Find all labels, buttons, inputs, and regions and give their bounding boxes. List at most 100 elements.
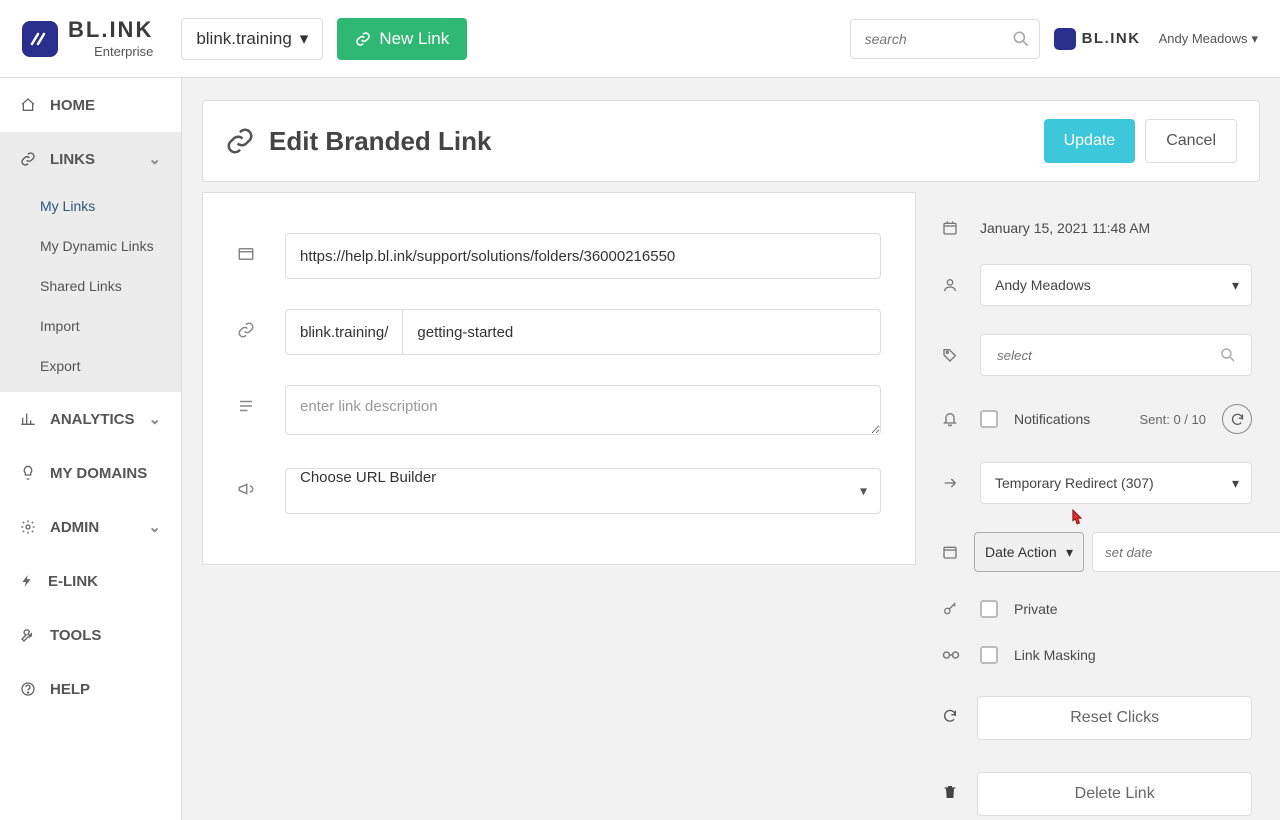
description-icon <box>237 385 261 415</box>
nav-links[interactable]: LINKS ⌄ <box>0 132 181 186</box>
link-masking-checkbox[interactable] <box>980 646 998 664</box>
search-icon <box>1219 346 1237 364</box>
mini-brand-text: BL.INK <box>1082 30 1141 47</box>
delete-link-button[interactable]: Delete Link <box>977 772 1252 816</box>
destination-url-input[interactable] <box>285 233 881 279</box>
browser-icon <box>237 233 261 263</box>
cancel-button[interactable]: Cancel <box>1145 119 1237 163</box>
gear-icon <box>20 519 36 535</box>
brand-title: BL.INK <box>68 19 153 41</box>
chevron-down-icon: ⌄ <box>148 518 161 536</box>
edit-form: blink.training/ <box>202 192 916 565</box>
chevron-down-icon: ▾ <box>1251 31 1258 47</box>
topbar: BL.INK Enterprise blink.training ▾ New L… <box>0 0 1280 78</box>
nav-my-domains[interactable]: MY DOMAINS <box>0 446 181 500</box>
nav-tools[interactable]: TOOLS <box>0 608 181 662</box>
nav-label: ANALYTICS <box>50 411 134 428</box>
arrow-right-icon <box>942 475 964 491</box>
page-header: Edit Branded Link Update Cancel <box>202 100 1260 182</box>
link-meta-panel: January 15, 2021 11:48 AM Andy Meadows ▾ <box>938 192 1260 820</box>
nav-label: HELP <box>50 681 90 698</box>
nav-shared-links[interactable]: Shared Links <box>0 266 181 306</box>
tag-select[interactable] <box>980 334 1252 376</box>
brand: BL.INK Enterprise <box>22 19 153 58</box>
home-icon <box>20 97 36 113</box>
nav-analytics[interactable]: ANALYTICS ⌄ <box>0 392 181 446</box>
link-icon <box>237 309 261 339</box>
date-action-select[interactable]: Date Action ▾ <box>974 532 1084 572</box>
owner-select[interactable]: Andy Meadows ▾ <box>980 264 1252 306</box>
nav-label: MY DOMAINS <box>50 465 147 482</box>
nav-home[interactable]: HOME <box>0 78 181 132</box>
user-icon <box>942 277 964 293</box>
notifications-checkbox[interactable] <box>980 410 998 428</box>
update-button[interactable]: Update <box>1044 119 1136 163</box>
tag-icon <box>942 347 964 363</box>
date-action-label: Date Action <box>985 544 1057 560</box>
created-timestamp: January 15, 2021 11:48 AM <box>980 220 1150 236</box>
key-icon <box>942 601 964 617</box>
user-name: Andy Meadows <box>1159 31 1248 46</box>
nav-import[interactable]: Import <box>0 306 181 346</box>
search-input[interactable] <box>863 30 1011 48</box>
calendar-icon <box>942 544 958 560</box>
domain-selector[interactable]: blink.training ▾ <box>181 18 323 60</box>
chevron-down-icon: ⌄ <box>148 150 161 168</box>
owner-value: Andy Meadows <box>995 277 1091 293</box>
chart-icon <box>20 411 36 427</box>
description-input[interactable] <box>285 385 881 435</box>
search-icon <box>1011 29 1031 49</box>
brand-logo-icon <box>22 21 58 57</box>
main-content: Edit Branded Link Update Cancel <box>182 78 1280 820</box>
chevron-down-icon: ▾ <box>300 29 309 49</box>
redirect-select[interactable]: Temporary Redirect (307) ▾ <box>980 462 1252 504</box>
nav-my-dynamic-links[interactable]: My Dynamic Links <box>0 226 181 266</box>
url-builder-select[interactable]: Choose URL Builder <box>285 468 881 514</box>
slug-input[interactable] <box>402 309 881 355</box>
calendar-icon <box>942 220 964 236</box>
link-icon <box>355 31 371 47</box>
brand-subtitle: Enterprise <box>68 45 153 58</box>
help-icon <box>20 681 36 697</box>
link-masking-label: Link Masking <box>1014 647 1096 663</box>
new-link-label: New Link <box>379 29 449 49</box>
new-link-button[interactable]: New Link <box>337 18 467 60</box>
tag-input[interactable] <box>995 347 1219 364</box>
bulb-icon <box>20 465 36 481</box>
chevron-down-icon: ▾ <box>1232 277 1239 294</box>
private-checkbox[interactable] <box>980 600 998 618</box>
bolt-icon <box>20 573 34 589</box>
nav-label: ADMIN <box>50 519 99 536</box>
sidebar: HOME LINKS ⌄ My Links My Dynamic Links S… <box>0 78 182 820</box>
wrench-icon <box>20 627 36 643</box>
notifications-label: Notifications <box>1014 411 1090 427</box>
nav-label: TOOLS <box>50 627 101 644</box>
mask-icon <box>942 649 964 661</box>
page-title: Edit Branded Link <box>269 126 491 157</box>
refresh-icon[interactable] <box>1222 404 1252 434</box>
nav-help[interactable]: HELP <box>0 662 181 716</box>
chevron-down-icon: ▾ <box>860 483 867 500</box>
global-search[interactable] <box>850 19 1040 59</box>
nav-my-links[interactable]: My Links <box>0 186 181 226</box>
link-icon <box>20 151 36 167</box>
chevron-down-icon: ▾ <box>1066 544 1073 561</box>
user-menu[interactable]: Andy Meadows ▾ <box>1159 31 1258 47</box>
reset-clicks-button[interactable]: Reset Clicks <box>977 696 1252 740</box>
domain-prefix: blink.training/ <box>285 309 402 355</box>
chevron-down-icon: ▾ <box>1232 475 1239 492</box>
link-icon <box>225 126 255 156</box>
nav-label: LINKS <box>50 151 95 168</box>
private-label: Private <box>1014 601 1058 617</box>
mini-brand: BL.INK <box>1054 28 1141 50</box>
nav-label: HOME <box>50 97 95 114</box>
domain-label: blink.training <box>196 29 291 49</box>
nav-admin[interactable]: ADMIN ⌄ <box>0 500 181 554</box>
nav-export[interactable]: Export <box>0 346 181 386</box>
redirect-value: Temporary Redirect (307) <box>995 475 1154 491</box>
megaphone-icon <box>237 468 261 498</box>
nav-elink[interactable]: E-LINK <box>0 554 181 608</box>
set-date-input[interactable] <box>1092 532 1280 572</box>
mini-brand-icon <box>1054 28 1076 50</box>
refresh-icon <box>942 708 961 724</box>
